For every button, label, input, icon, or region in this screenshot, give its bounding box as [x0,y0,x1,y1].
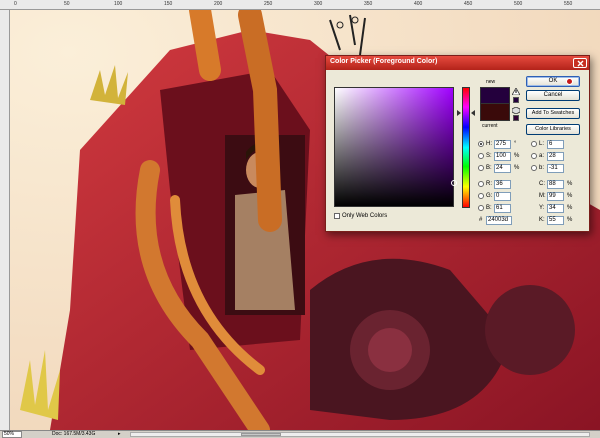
new-color-swatch [480,87,510,104]
green-input[interactable]: 0 [494,192,511,201]
ruler-tick-label: 100 [114,1,123,7]
close-button[interactable] [573,58,587,68]
web-safe-cube-icon[interactable] [512,107,520,114]
red-radio[interactable] [478,181,484,187]
green-radio[interactable] [478,193,484,199]
yellow-input[interactable]: 34 [547,204,564,213]
ruler-tick-label: 150 [164,1,173,7]
lab-b-input[interactable]: -31 [547,164,564,173]
brightness-unit: % [514,165,520,171]
hue-unit: ° [514,141,517,147]
add-to-swatches-button[interactable]: Add To Swatches [526,108,580,119]
brightness-radio[interactable] [478,165,484,171]
hue-label: H: [486,141,492,147]
lab-a-label: a: [539,153,545,159]
yellow-label: Y: [539,205,545,211]
dialog-title: Color Picker (Foreground Color) [330,58,438,65]
ruler-tick-label: 550 [564,1,573,7]
black-input[interactable]: 55 [547,216,564,225]
black-unit: % [567,217,573,223]
dialog-titlebar[interactable]: Color Picker (Foreground Color) [326,56,589,70]
ruler-tick-label: 0 [14,1,17,7]
zoom-field[interactable]: 50% [2,431,22,438]
close-icon [577,60,584,67]
green-label: G: [486,193,493,199]
color-picker-dialog: Color Picker (Foreground Color) new curr… [325,55,590,232]
ruler-tick-label: 50 [64,1,70,7]
ruler-tick-label: 350 [364,1,373,7]
gamut-warning-icon[interactable] [512,88,520,95]
hue-radio[interactable] [478,141,484,147]
brightness-input[interactable]: 24 [494,164,511,173]
saturation-label: S: [486,153,492,159]
hex-label: # [479,217,483,223]
blue-input[interactable]: 61 [494,204,511,213]
hue-slider-right-arrow-icon[interactable] [471,110,475,116]
lab-l-radio[interactable] [531,141,537,147]
status-bar: 50% Doc: 167.5M/3.43G ▸ [0,430,600,438]
ruler-left [0,10,10,430]
ruler-tick-label: 450 [464,1,473,7]
scrollbar-thumb[interactable] [241,433,281,436]
gamut-swatch[interactable] [513,97,519,103]
ruler-tick-label: 400 [414,1,423,7]
ruler-top: 0 50 100 150 200 250 300 350 400 450 500 550 [0,0,600,10]
doc-size: Doc: 167.5M/3.43G [52,431,96,437]
red-label: R: [486,181,492,187]
magenta-input[interactable]: 99 [547,192,564,201]
new-color-label: new [486,79,496,85]
hue-slider[interactable] [462,87,470,208]
magenta-label: M: [539,193,546,199]
lab-b-radio[interactable] [531,165,537,171]
brightness-label: B: [486,165,492,171]
mouse-cursor-icon [566,78,573,85]
lab-a-input[interactable]: 28 [547,152,564,161]
cancel-button[interactable]: Cancel [526,90,580,101]
ruler-tick-label: 200 [214,1,223,7]
ruler-tick-label: 500 [514,1,523,7]
lab-b-label: b: [539,165,545,171]
magenta-unit: % [567,193,573,199]
blue-radio[interactable] [478,205,484,211]
saturation-input[interactable]: 100 [494,152,511,161]
lab-l-input[interactable]: 6 [547,140,564,149]
blue-label: B: [486,205,492,211]
black-label: K: [539,217,545,223]
horizontal-scrollbar[interactable] [130,432,590,437]
cyan-input[interactable]: 88 [547,180,564,189]
hue-slider-left-arrow-icon[interactable] [457,110,461,116]
color-field-marker[interactable] [451,180,457,186]
cyan-label: C: [539,181,545,187]
color-libraries-button[interactable]: Color Libraries [526,124,580,135]
lab-a-radio[interactable] [531,153,537,159]
current-color-swatch[interactable] [480,104,510,121]
status-menu-arrow-icon[interactable]: ▸ [118,431,121,438]
saturation-unit: % [514,153,520,159]
hue-input[interactable]: 275 [494,140,511,149]
cyan-unit: % [567,181,573,187]
ruler-tick-label: 250 [264,1,273,7]
current-color-label: current [482,123,498,129]
web-safe-swatch[interactable] [513,115,519,121]
only-web-colors-label: Only Web Colors [342,213,388,219]
yellow-unit: % [567,205,573,211]
red-input[interactable]: 36 [494,180,511,189]
color-field[interactable] [334,87,457,207]
ruler-tick-label: 300 [314,1,323,7]
lab-l-label: L: [539,141,545,147]
only-web-colors-checkbox[interactable] [334,213,340,219]
saturation-radio[interactable] [478,153,484,159]
hex-input[interactable]: 24003d [486,216,512,225]
